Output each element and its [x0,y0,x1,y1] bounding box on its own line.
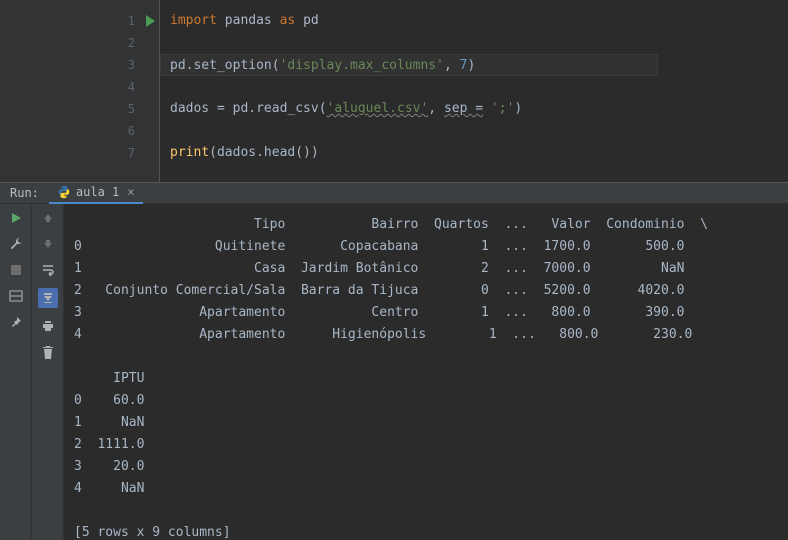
code-line[interactable]: dados = pd.read_csv('aluguel.csv', sep =… [170,98,788,120]
editor-gutter: 1234567 [0,0,160,182]
run-label: Run: [0,186,49,200]
run-tool-window-header: Run: aula 1 × [0,182,788,204]
run-pane: Tipo Bairro Quartos ... Valor Condominio… [0,204,788,540]
down-arrow-icon[interactable] [40,236,56,252]
gutter-line[interactable]: 2 [0,32,159,54]
gutter-line[interactable]: 3 [0,54,159,76]
trash-icon[interactable] [40,344,56,360]
run-tab[interactable]: aula 1 × [49,182,143,204]
gutter-line[interactable]: 7 [0,142,159,164]
gutter-line[interactable]: 1 [0,10,159,32]
console-output[interactable]: Tipo Bairro Quartos ... Valor Condominio… [64,204,788,540]
scroll-to-end-icon[interactable] [38,288,58,308]
close-icon[interactable]: × [124,185,134,199]
code-line[interactable]: print(dados.head()) [170,142,788,164]
stop-icon[interactable] [8,262,24,278]
gutter-line[interactable]: 6 [0,120,159,142]
run-tab-label: aula 1 [76,185,119,199]
gutter-line[interactable]: 5 [0,98,159,120]
code-line[interactable] [170,32,788,54]
code-line[interactable] [170,76,788,98]
editor-pane: 1234567 import pandas as pd pd.set_option… [0,0,788,182]
code-line[interactable]: import pandas as pd [170,10,788,32]
python-icon [57,185,71,199]
pin-icon[interactable] [8,314,24,330]
gutter-line[interactable]: 4 [0,76,159,98]
run-toolbar-primary [0,204,32,540]
rerun-icon[interactable] [8,210,24,226]
print-icon[interactable] [40,318,56,334]
run-toolbar-secondary [32,204,64,540]
soft-wrap-icon[interactable] [40,262,56,278]
code-line[interactable] [170,120,788,142]
code-area[interactable]: import pandas as pd pd.set_option('displa… [160,0,788,182]
layout-icon[interactable] [8,288,24,304]
wrench-icon[interactable] [8,236,24,252]
code-line[interactable]: pd.set_option('display.max_columns', 7) [160,54,658,76]
up-arrow-icon[interactable] [40,210,56,226]
